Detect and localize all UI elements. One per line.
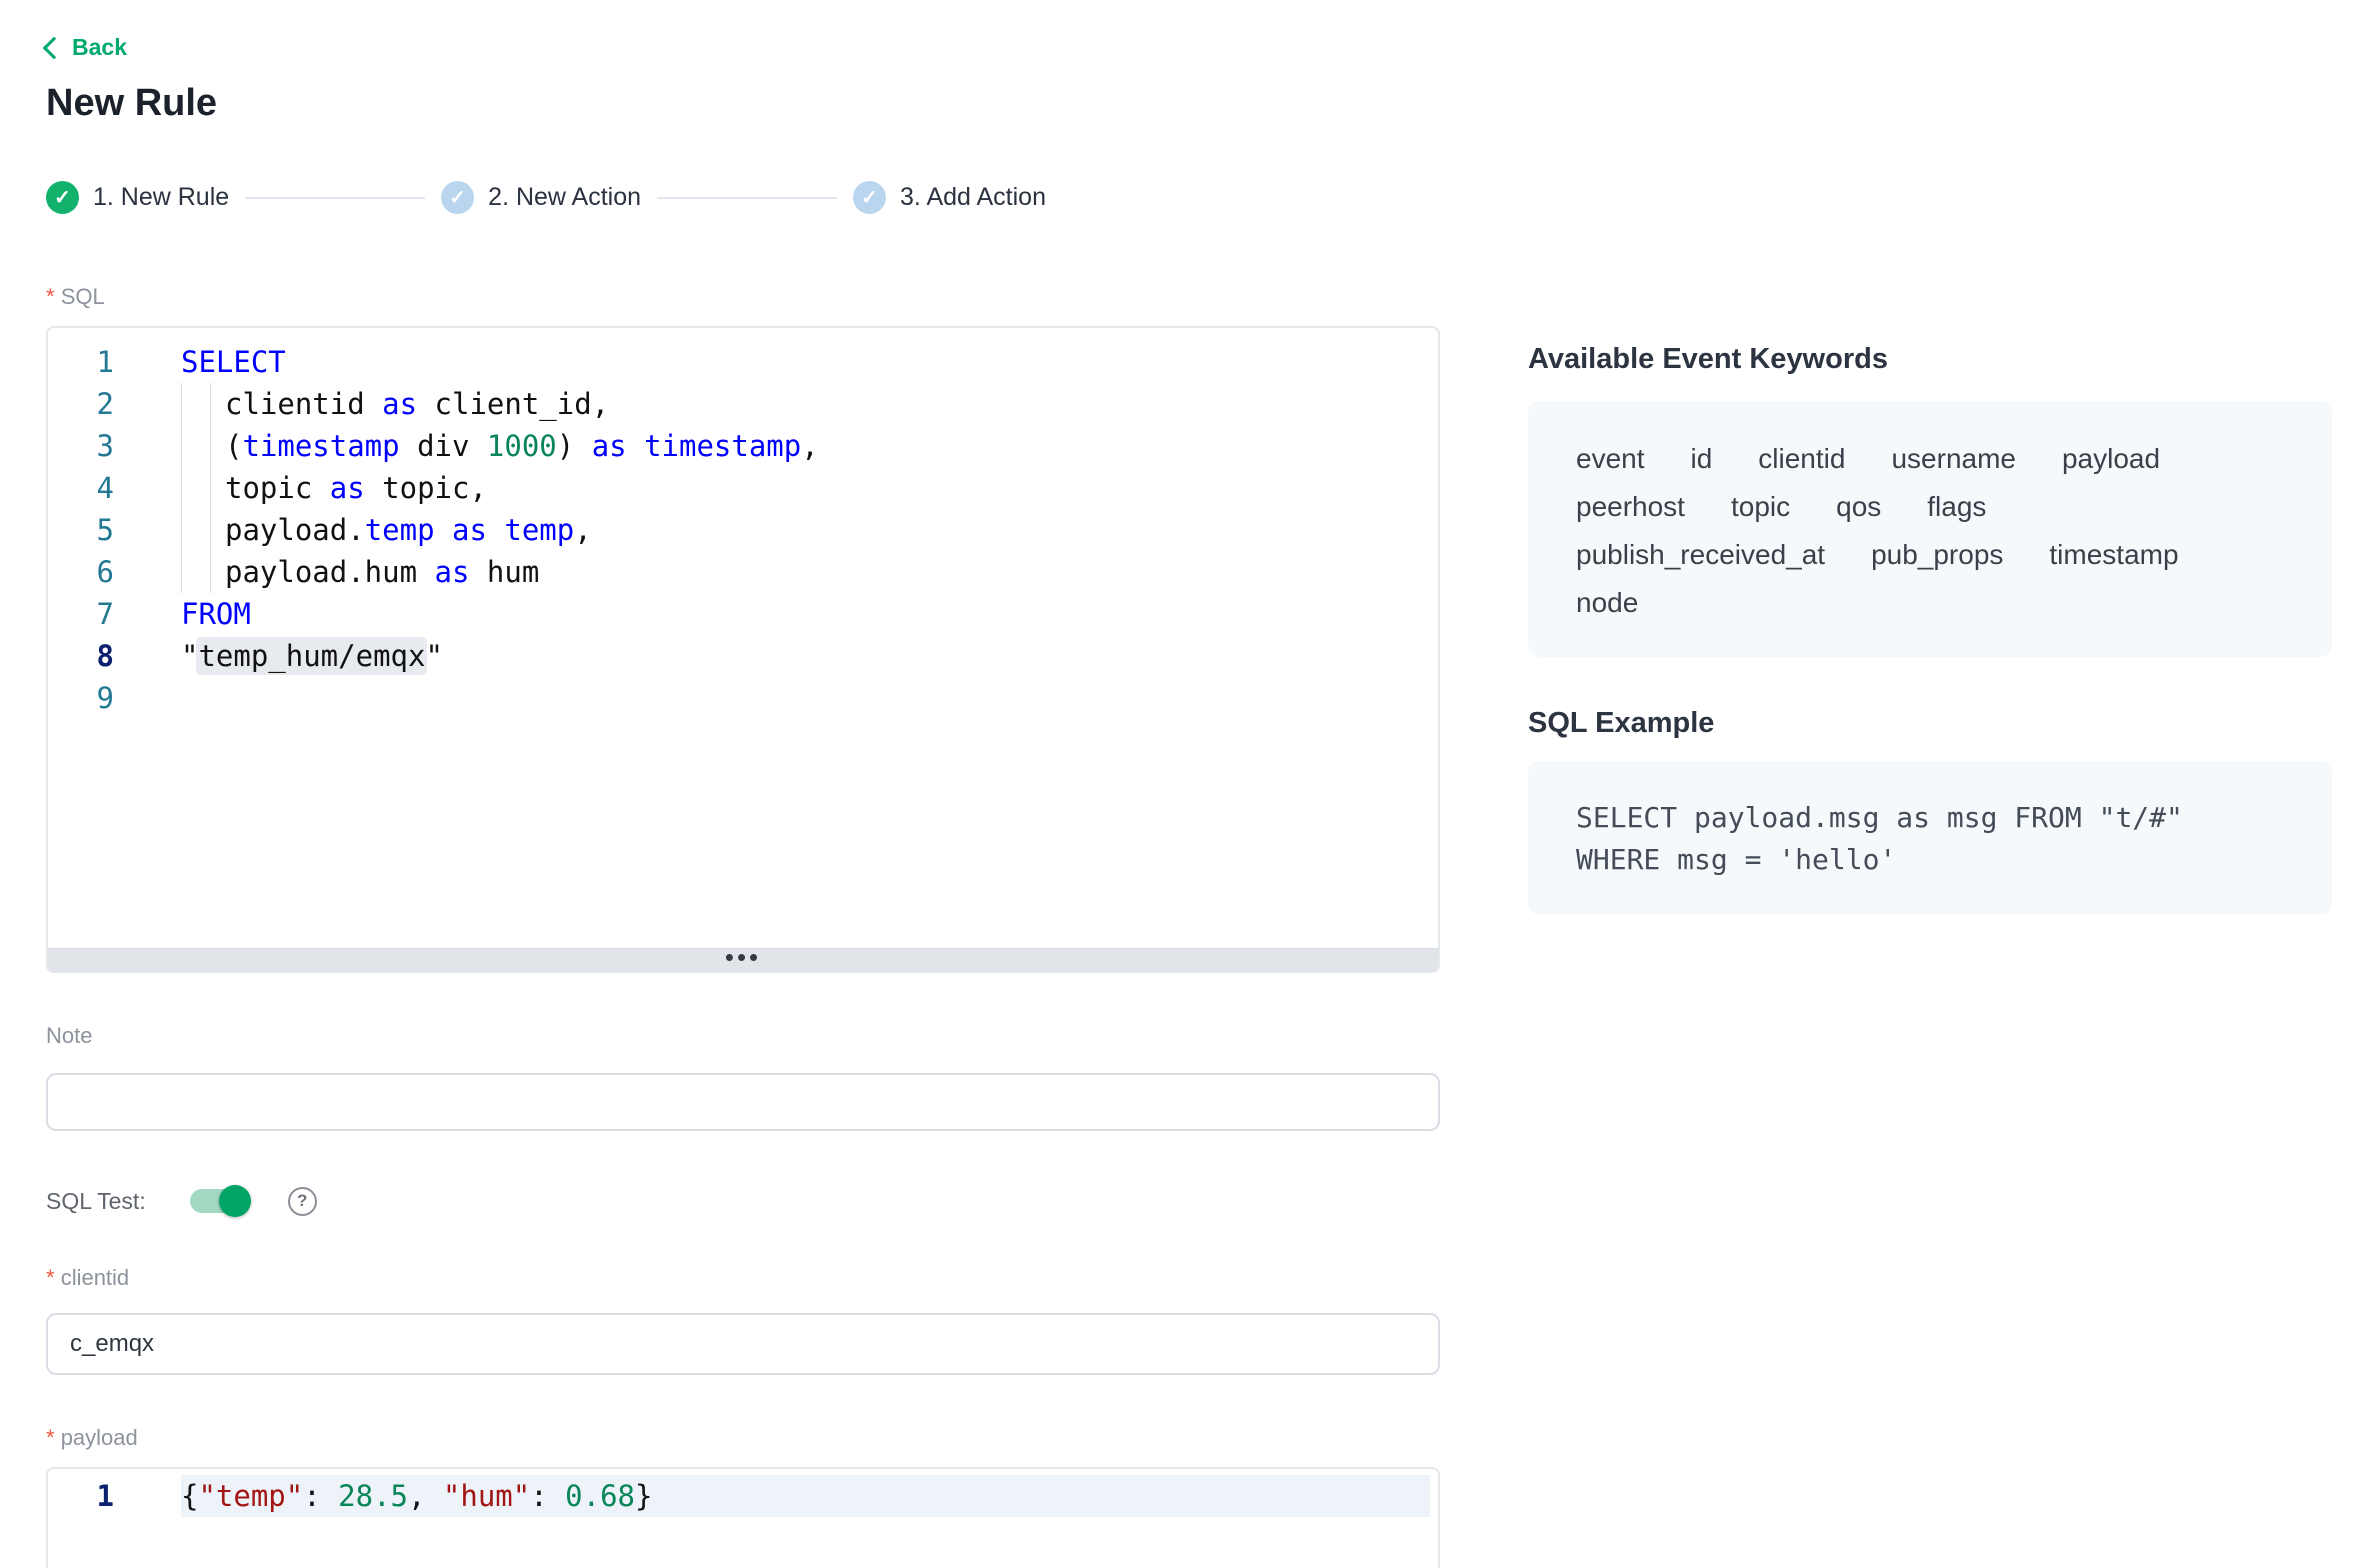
step-label: 2. New Action [488,183,641,212]
keyword-row: peerhost topic qos flags [1576,483,2284,531]
line-number: 2 [48,383,114,425]
step-check-icon: ✓ [46,181,79,214]
clientid-input[interactable] [46,1313,1440,1375]
editor-resize-handle[interactable]: ••• [48,948,1438,971]
code-text: (timestamp div 1000) as timestamp, [181,425,1438,467]
note-field-label: Note [46,1023,1440,1049]
back-label: Back [72,34,127,61]
code-line: 7 FROM [48,593,1438,635]
wizard-steps: ✓ 1. New Rule ✓ 2. New Action ✓ 3. Add Action [46,181,1440,214]
sql-example-title: SQL Example [1528,705,2332,741]
payload-field-label: payload [46,1425,1440,1451]
line-number: 7 [48,593,114,635]
clientid-field-label: clientid [46,1265,1440,1291]
code-text: SELECT [181,341,1438,383]
event-keyword: payload [2062,435,2160,483]
help-icon[interactable]: ? [288,1187,317,1216]
event-keyword: peerhost [1576,483,1685,531]
event-keyword: event [1576,435,1645,483]
event-keyword: id [1691,435,1713,483]
chevron-left-icon [43,37,66,60]
note-input[interactable] [46,1073,1440,1131]
keyword-row: eventid clientid username payload [1576,435,2284,483]
line-number: 6 [48,551,114,593]
sql-example-line: WHERE msg = 'hello' [1576,839,2284,881]
event-keyword: topic [1731,483,1790,531]
code-line: 1 {"temp": 28.5, "hum": 0.68} [48,1475,1438,1517]
sql-code-editor[interactable]: 1 SELECT 2 clientid as client_id, 3 (timestam… [46,326,1440,973]
step-check-icon: ✓ [853,181,886,214]
code-text: topic as topic, [181,467,1438,509]
sql-code-lines: 1 SELECT 2 clientid as client_id, 3 (timestam… [48,328,1438,719]
code-line: 8 "temp_hum/emqx" [48,635,1438,677]
step-connector [657,197,837,199]
code-line: 1 SELECT [48,341,1438,383]
code-line: 4 topic as topic, [48,467,1438,509]
step-label: 1. New Rule [93,183,229,212]
toggle-thumb [219,1185,251,1217]
drag-dots-icon: ••• [725,952,761,962]
step-item-2: ✓ 2. New Action [441,181,641,214]
event-keyword: node [1576,579,1638,627]
new-rule-page: Back New Rule ✓ 1. New Rule ✓ 2. New Action… [0,0,2356,1568]
sql-test-label: SQL Test: [46,1188,146,1215]
sql-field-label: SQL [46,284,1440,310]
step-label: 3. Add Action [900,183,1046,212]
keyword-row: publish_received_at pub_props timestamp [1576,531,2284,579]
line-number: 1 [48,341,114,383]
line-number: 3 [48,425,114,467]
event-keyword: flags [1927,483,1986,531]
code-text: payload.hum as hum [181,551,1438,593]
sql-test-toggle[interactable] [190,1189,248,1213]
line-number: 4 [48,467,114,509]
payload-code-lines: 1 {"temp": 28.5, "hum": 0.68} [48,1469,1438,1517]
event-keyword: username [1891,435,2016,483]
event-keyword: timestamp [2049,531,2178,579]
code-line: 3 (timestamp div 1000) as timestamp, [48,425,1438,467]
sql-example-panel: SELECT payload.msg as msg FROM "t/#"WHER… [1528,761,2332,915]
sql-example-line: SELECT payload.msg as msg FROM "t/#" [1576,797,2284,839]
event-keyword: clientid [1758,435,1845,483]
keyword-row: node [1576,579,2284,627]
code-line: 5 payload.temp as temp, [48,509,1438,551]
code-text: FROM [181,593,1438,635]
code-text: payload.temp as temp, [181,509,1438,551]
step-check-icon: ✓ [441,181,474,214]
step-item-1: ✓ 1. New Rule [46,181,229,214]
keywords-panel: eventid clientid username payload peerhost to… [1528,401,2332,657]
page-title: New Rule [46,83,2356,123]
code-line: 2 clientid as client_id, [48,383,1438,425]
payload-code-editor[interactable]: 1 {"temp": 28.5, "hum": 0.68} [46,1467,1440,1568]
event-keyword: publish_received_at [1576,531,1825,579]
line-number: 5 [48,509,114,551]
event-keyword: qos [1836,483,1881,531]
code-text: clientid as client_id, [181,383,1438,425]
event-keyword: pub_props [1871,531,2003,579]
line-number: 1 [48,1475,114,1517]
step-connector [245,197,425,199]
code-text: "temp_hum/emqx" [181,635,1438,677]
step-item-3: ✓ 3. Add Action [853,181,1046,214]
line-number: 8 [48,635,114,677]
code-line: 9 [48,677,1438,719]
line-number: 9 [48,677,114,719]
keywords-panel-title: Available Event Keywords [1528,341,2332,377]
code-text: {"temp": 28.5, "hum": 0.68} [181,1475,1430,1517]
code-text [181,677,1438,719]
code-line: 6 payload.hum as hum [48,551,1438,593]
back-link[interactable]: Back [46,34,127,61]
